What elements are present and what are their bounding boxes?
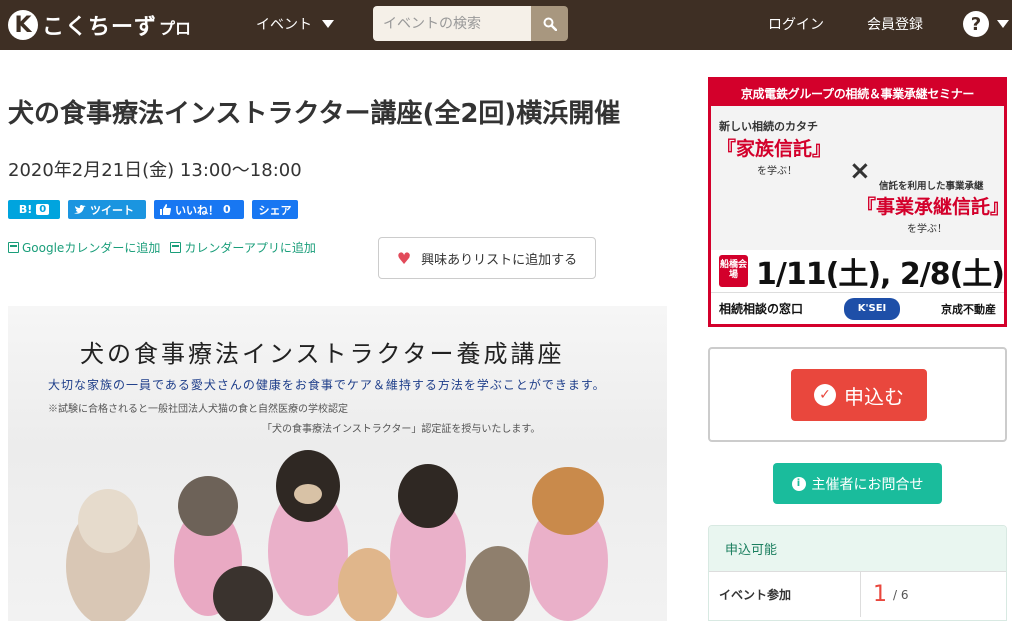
apply-panel: ✓ 申込む [708, 347, 1007, 442]
calendar-app-label: カレンダーアプリに追加 [184, 241, 316, 255]
ad-venue-badge: 船橋会場 [719, 255, 749, 287]
ad-footer-left: 相続相談の窓口 [719, 302, 804, 316]
check-icon: ✓ [814, 384, 836, 406]
help-menu[interactable]: ? [963, 11, 1009, 37]
logo-text: こくちーず [42, 15, 158, 40]
hatena-icon: B! [18, 203, 33, 216]
logo-sub: プロ [159, 19, 192, 38]
hatena-bookmark-button[interactable]: B! 0 [8, 200, 60, 219]
ad-dates: 船橋会場 1/11(土), 2/8(土) [711, 250, 1004, 292]
nav-event-menu[interactable]: イベント [256, 14, 334, 34]
tweet-label: ツイート [90, 203, 134, 217]
site-logo[interactable]: K こくちーず プロ [8, 9, 191, 41]
ad-left-main: 『家族信託』 [717, 138, 832, 160]
participation-label: イベント参加 [709, 572, 861, 617]
heart-icon: ♥ [396, 248, 412, 268]
search-input[interactable] [373, 6, 531, 41]
like-label: いいね！ [175, 203, 219, 217]
status-header: 申込可能 [709, 526, 1006, 571]
logo-mark-icon: K [8, 10, 38, 40]
top-header: K こくちーず プロ イベント ログイン 会員登録 ? [0, 0, 1012, 50]
ad-footer-right: 京成不動産 [940, 302, 996, 316]
facebook-like-button[interactable]: いいね！ 0 [154, 200, 244, 219]
twitter-bird-icon [74, 204, 86, 214]
google-calendar-link[interactable]: Googleカレンダーに追加 [8, 239, 160, 256]
banner-subtitle: 大切な家族の一員である愛犬さんの健康をお食事でケア＆維持する方法を学ぶことができ… [48, 378, 606, 392]
facebook-share-button[interactable]: シェア [252, 200, 298, 219]
thumbs-up-icon [160, 204, 171, 215]
ad-header: 京成電鉄グループの相続＆事業承継セミナー [711, 80, 1004, 106]
info-icon: i [791, 476, 806, 491]
login-link[interactable]: ログイン [768, 14, 824, 34]
apply-label: 申込む [844, 384, 904, 409]
add-to-interest-list-button[interactable]: ♥ 興味ありリストに追加する [378, 237, 596, 279]
caret-down-icon [322, 20, 334, 28]
banner-note-1: ※試験に合格されると一般社団法人犬猫の食と自然医療の学校認定 [48, 404, 348, 415]
calendar-icon [8, 242, 19, 253]
google-calendar-label: Googleカレンダーに追加 [22, 241, 161, 255]
event-banner-image: 犬の食事療法インストラクター養成講座 大切な家族の一員である愛犬さんの健康をお食… [8, 306, 667, 621]
hatena-count: 0 [36, 204, 50, 215]
sidebar-advertisement[interactable]: 京成電鉄グループの相続＆事業承継セミナー 新しい相続のカタチ 『家族信託』 を学… [708, 77, 1007, 327]
nav-event-label: イベント [256, 17, 312, 33]
like-count: 0 [223, 203, 231, 216]
participation-count: 1 [873, 582, 887, 607]
register-link[interactable]: 会員登録 [867, 14, 923, 34]
calendar-icon [170, 242, 182, 253]
ad-left-top: 新しい相続のカタチ [719, 120, 818, 133]
apply-button[interactable]: ✓ 申込む [791, 369, 927, 421]
registration-status: 申込可能 イベント参加 1 / 6 [708, 525, 1007, 621]
table-row: イベント参加 1 / 6 [709, 571, 1006, 617]
contact-label: 主催者にお問合せ [811, 476, 924, 493]
ad-right-main: 『事業承継信託』 [857, 196, 1007, 218]
contact-organizer-button[interactable]: i 主催者にお問合せ [773, 463, 942, 504]
keisei-logo: K'SEI [844, 297, 900, 320]
search-bar [373, 6, 568, 41]
ad-right-bottom: を学ぶ！ [907, 224, 947, 235]
banner-title: 犬の食事療法インストラクター養成講座 [80, 340, 565, 368]
ad-cross: × [849, 156, 871, 186]
ad-footer: 相続相談の窓口 K'SEI 京成不動産 [711, 292, 1004, 324]
calendar-app-link[interactable]: カレンダーアプリに追加 [170, 239, 316, 256]
participation-total: / 6 [893, 587, 909, 602]
ad-right-top: 信託を利用した事業承継 [879, 181, 984, 192]
banner-note-2: 「犬の食事療法インストラクター」認定証を授与いたします。 [262, 424, 541, 435]
ad-left-bottom: を学ぶ！ [757, 166, 797, 177]
event-datetime: 2020年2月21日(金) 13:00〜18:00 [8, 160, 302, 181]
caret-down-icon [997, 20, 1009, 28]
favorite-label: 興味ありリストに追加する [421, 252, 578, 268]
help-icon: ? [963, 11, 989, 37]
event-title: 犬の食事療法インストラクター講座(全2回)横浜開催 [8, 99, 621, 129]
search-icon [543, 17, 557, 31]
share-buttons: B! 0 ツイート いいね！ 0 シェア [8, 200, 298, 219]
participation-value: 1 / 6 [861, 572, 1006, 617]
tweet-button[interactable]: ツイート [68, 200, 146, 219]
ad-body: 新しい相続のカタチ 『家族信託』 を学ぶ！ × 信託を利用した事業承継 『事業承… [711, 106, 1004, 250]
ad-date-text: 1/11(土), 2/8(土) [756, 257, 1004, 292]
dogs-photo [66, 450, 608, 621]
search-button[interactable] [531, 6, 568, 41]
calendar-links: Googleカレンダーに追加 カレンダーアプリに追加 [8, 239, 316, 256]
